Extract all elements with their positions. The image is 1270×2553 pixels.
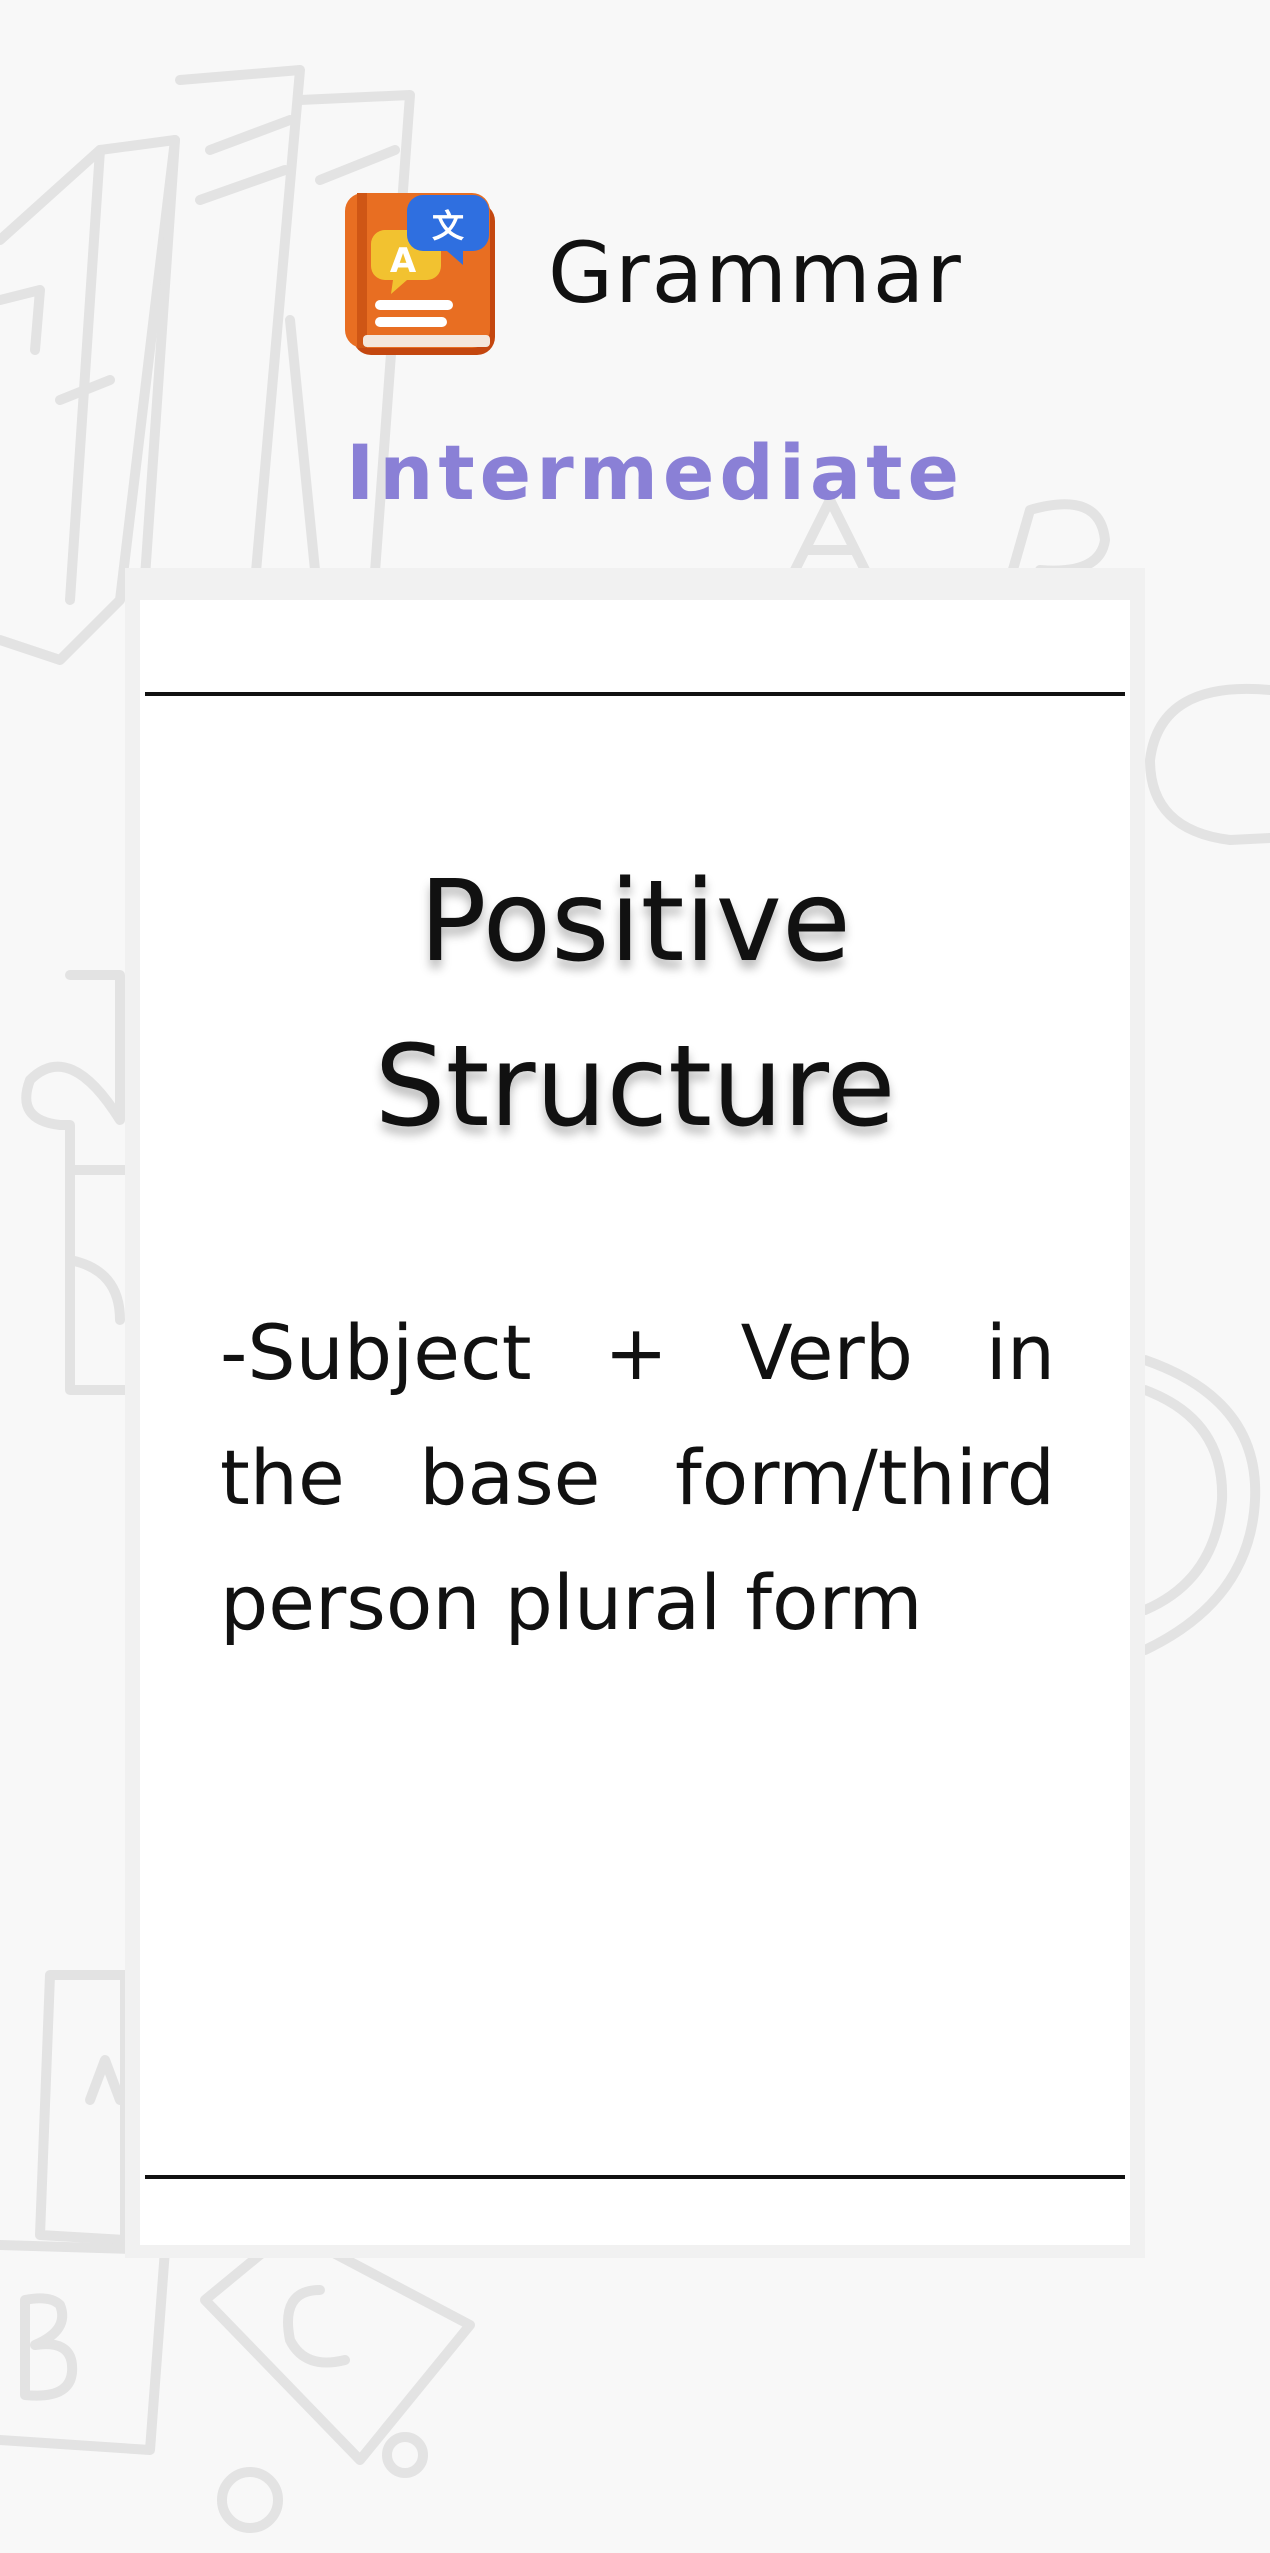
top-divider	[145, 692, 1125, 696]
header: A 文 Grammar Intermediate	[0, 0, 1270, 540]
card-body-text: -Subject + Verb in the base form/third p…	[220, 1308, 1055, 1647]
grammar-book-icon: A 文	[345, 193, 495, 355]
magnifier-doodle	[1145, 683, 1270, 845]
level-title: Intermediate	[345, 428, 965, 517]
card-heading-line2: Structure	[374, 1022, 896, 1152]
puzzle-doodle	[21, 970, 130, 1395]
cup-doodle	[1140, 1355, 1261, 1655]
svg-text:文: 文	[432, 207, 464, 245]
card-heading: Positive Structure	[140, 840, 1130, 1170]
app-title: Grammar	[548, 224, 963, 322]
bottom-divider	[145, 2175, 1125, 2179]
card-heading-line1: Positive	[419, 857, 851, 987]
